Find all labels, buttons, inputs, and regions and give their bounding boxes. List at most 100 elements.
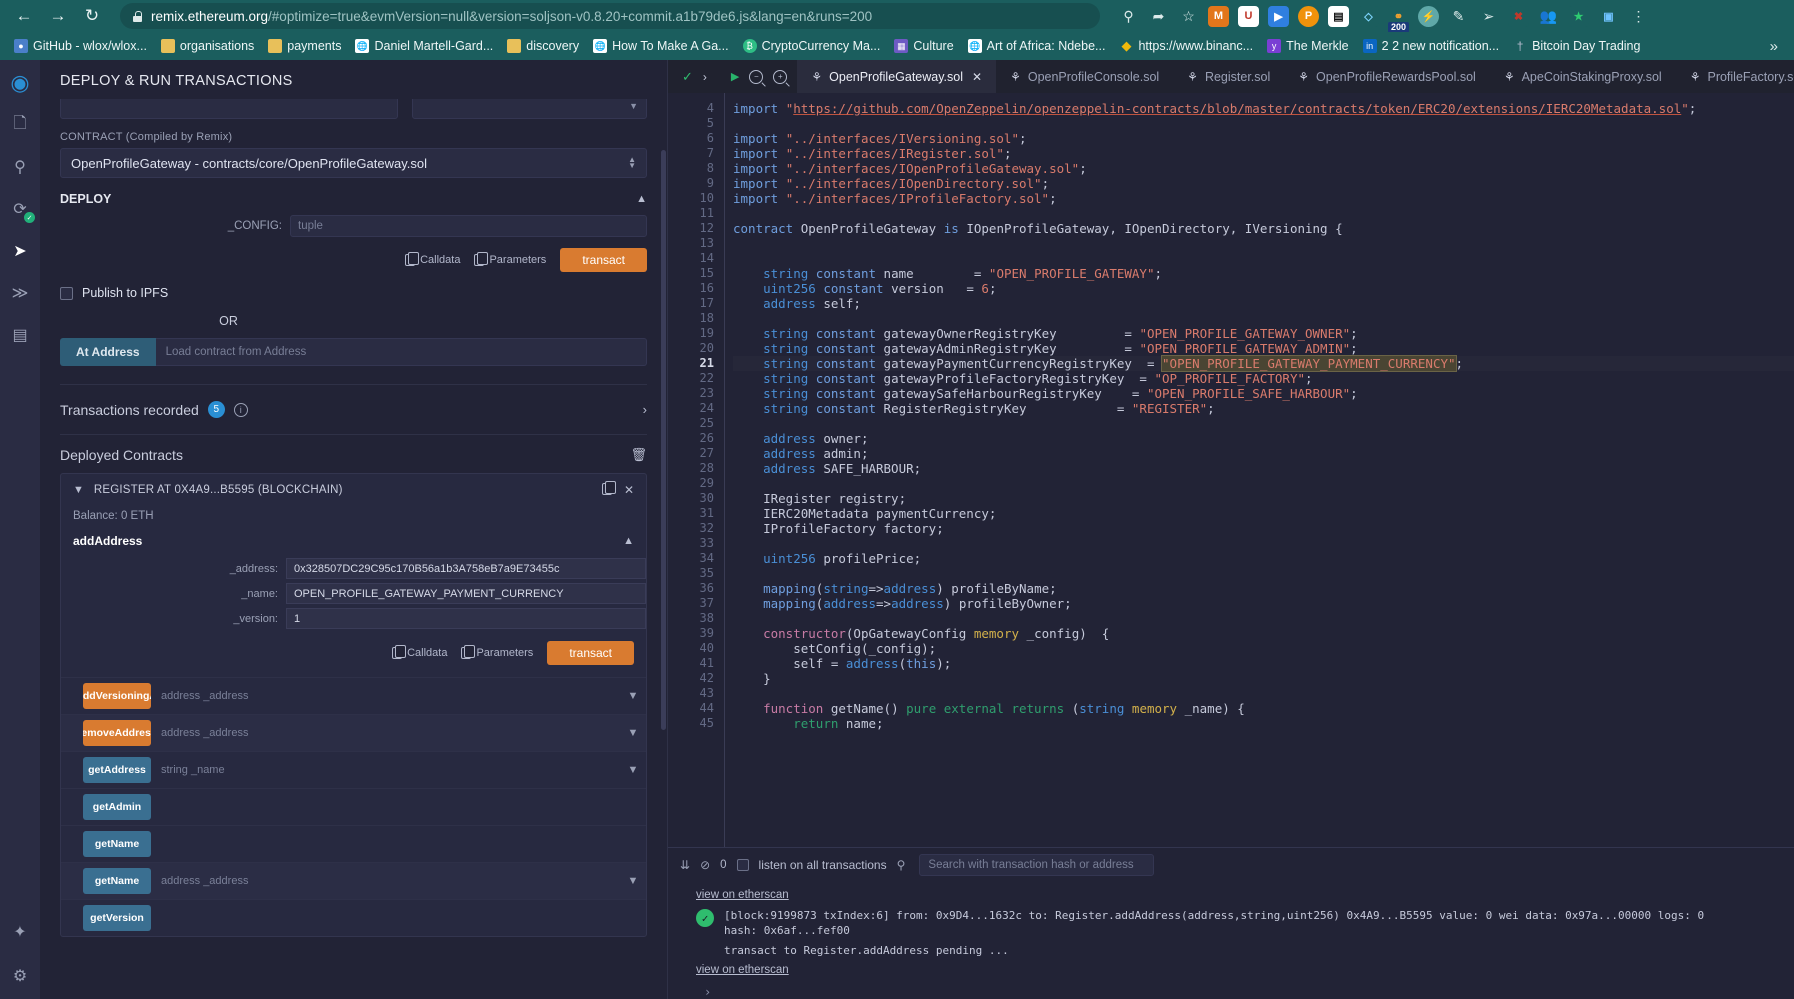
- gas-limit-field[interactable]: ▼: [412, 99, 647, 119]
- code-editor[interactable]: 4 5 6 7 8 9 10 11 12 13 14 15 16 17 18 19 20 21 22 23 24 25 26…: [668, 93, 1794, 847]
- bookmark-item[interactable]: 🌐 Daniel Martell-Gard...: [349, 37, 499, 55]
- solidity-compiler-icon[interactable]: ⟳ ✓: [7, 196, 35, 223]
- function-input[interactable]: address _address: [151, 863, 620, 899]
- reload-button[interactable]: ↻: [78, 3, 106, 29]
- collapse-icon[interactable]: ⇊: [680, 858, 690, 872]
- trash-icon[interactable]: 🗑: [630, 447, 647, 463]
- chevron-up-icon[interactable]: ▲: [636, 193, 647, 205]
- chevron-down-icon[interactable]: ▼: [620, 678, 646, 714]
- tab-ProfileFactory[interactable]: ⚘ ProfileFactory.so: [1676, 60, 1794, 93]
- close-icon[interactable]: ✕: [624, 483, 634, 497]
- function-button-getName[interactable]: getName: [83, 831, 151, 857]
- bookmark-item[interactable]: payments: [262, 37, 347, 55]
- kite-extension-icon[interactable]: ▶: [1268, 5, 1289, 27]
- cursor-icon[interactable]: ➢: [1478, 6, 1499, 27]
- pen-icon[interactable]: ✎: [1448, 6, 1469, 27]
- run-script-icon[interactable]: ▶: [731, 70, 739, 83]
- chrome-menu-icon[interactable]: ⋮: [1628, 6, 1649, 27]
- debugger-icon[interactable]: ≫: [7, 280, 33, 306]
- feed-extension-icon[interactable]: ⚭ 200: [1388, 5, 1410, 33]
- bookmark-item[interactable]: ◆ https://www.binanc...: [1113, 37, 1259, 55]
- zoom-out-icon[interactable]: −: [749, 69, 764, 84]
- chevron-down-icon[interactable]: ▼: [620, 715, 646, 751]
- flash-extension-icon[interactable]: ⚡: [1418, 5, 1439, 27]
- brave-wallet-extension-icon[interactable]: ◇: [1358, 5, 1379, 27]
- terminal-search-input[interactable]: Search with transaction hash or address: [919, 854, 1155, 876]
- param-input[interactable]: 1: [286, 608, 646, 629]
- function-transact-button[interactable]: transact: [547, 641, 634, 665]
- function-button-getVersion[interactable]: getVersion: [83, 905, 151, 931]
- at-address-input[interactable]: Load contract from Address: [155, 338, 647, 366]
- chevron-down-icon[interactable]: ▼: [620, 752, 646, 788]
- chevron-down-icon[interactable]: ▼: [73, 484, 84, 496]
- function-button-getAdmin[interactable]: getAdmin: [83, 794, 151, 820]
- bookmark-item[interactable]: 🌐 How To Make A Ga...: [587, 37, 735, 55]
- publish-ipfs-row[interactable]: Publish to IPFS: [40, 272, 667, 300]
- puzzle-extension-icon[interactable]: ✖: [1508, 5, 1529, 27]
- deploy-section-header[interactable]: DEPLOY ▲: [40, 178, 667, 212]
- calldata-copy-button[interactable]: Calldata: [405, 252, 460, 266]
- chevron-right-icon[interactable]: ›: [703, 70, 707, 84]
- bookmark-item[interactable]: ▦ Culture: [888, 37, 959, 55]
- address-bar[interactable]: remix.ethereum.org/#optimize=true&evmVer…: [120, 3, 1100, 29]
- back-button[interactable]: ←: [10, 3, 38, 29]
- metamask-extension-icon[interactable]: M: [1208, 5, 1229, 27]
- function-input[interactable]: address _address: [151, 715, 620, 751]
- tab-Register[interactable]: ⚘ Register.sol: [1173, 60, 1284, 93]
- qr-extension-icon[interactable]: ▤: [1328, 5, 1349, 27]
- bookmark-item[interactable]: 🌐 Art of Africa: Ndebe...: [962, 37, 1112, 55]
- clear-console-icon[interactable]: ⊘: [700, 858, 710, 872]
- function-button-removeAddress[interactable]: removeAddress: [83, 720, 151, 746]
- zoom-in-icon[interactable]: +: [773, 69, 788, 84]
- listen-all-checkbox[interactable]: [736, 859, 749, 871]
- view-on-etherscan-link[interactable]: view on etherscan: [696, 961, 789, 979]
- deploy-run-icon[interactable]: ➤: [7, 238, 33, 264]
- close-icon[interactable]: ✕: [972, 70, 982, 84]
- parameters-copy-button[interactable]: Parameters: [461, 645, 533, 659]
- function-button-addVersioningA[interactable]: addVersioningA: [83, 683, 151, 709]
- function-header[interactable]: addAddress ▲: [61, 532, 646, 556]
- function-input[interactable]: address _address: [151, 678, 620, 714]
- plugin-settings-icon[interactable]: ✦: [7, 919, 33, 945]
- phantom-extension-icon[interactable]: P: [1298, 5, 1319, 27]
- chevron-down-icon[interactable]: ▼: [620, 863, 646, 899]
- copy-address-icon[interactable]: [601, 481, 616, 495]
- chevron-right-icon[interactable]: ›: [643, 402, 647, 417]
- info-icon[interactable]: i: [233, 402, 248, 417]
- param-input[interactable]: OPEN_PROFILE_GATEWAY_PAYMENT_CURRENCY: [286, 583, 646, 604]
- param-input[interactable]: 0x328507DC29C95c170B56a1b3A758eB7a9E7345…: [286, 558, 646, 579]
- search-icon[interactable]: ⚲: [1118, 6, 1139, 27]
- contract-select[interactable]: OpenProfileGateway - contracts/core/Open…: [60, 148, 647, 178]
- cast-extension-icon[interactable]: ▣: [1598, 5, 1619, 27]
- bookmarks-overflow-button[interactable]: »: [1762, 38, 1786, 55]
- bookmark-item[interactable]: ₿ CryptoCurrency Ma...: [737, 37, 887, 55]
- function-input[interactable]: string _name: [151, 752, 620, 788]
- bookmark-item[interactable]: organisations: [155, 37, 260, 55]
- bookmark-item[interactable]: in 2 2 new notification...: [1357, 37, 1505, 55]
- people-icon[interactable]: 👥: [1538, 6, 1559, 27]
- tab-OpenProfileConsole[interactable]: ⚘ OpenProfileConsole.sol: [996, 60, 1173, 93]
- contract-card-header[interactable]: ▼ REGISTER AT 0X4A9...B5595 (BLOCKCHAIN)…: [61, 474, 646, 506]
- publish-ipfs-checkbox[interactable]: [60, 286, 73, 300]
- bookmark-item[interactable]: discovery: [501, 37, 585, 55]
- compile-check-icon[interactable]: ✓: [682, 69, 693, 85]
- bookmark-item[interactable]: † Bitcoin Day Trading: [1507, 37, 1646, 55]
- remix-home-icon[interactable]: ◉: [7, 70, 33, 96]
- opera-wallet-extension-icon[interactable]: U: [1238, 5, 1259, 27]
- settings-gear-icon[interactable]: ⚙: [7, 963, 33, 989]
- function-button-getAddress[interactable]: getAddress: [83, 757, 151, 783]
- calldata-copy-button[interactable]: Calldata: [392, 645, 447, 659]
- bookmark-item[interactable]: ● GitHub - wlox/wlox...: [8, 37, 153, 55]
- transactions-recorded-row[interactable]: Transactions recorded 5 i ›: [40, 385, 667, 434]
- account-field[interactable]: [60, 99, 398, 119]
- stepper-icon[interactable]: ▲ ▼: [628, 156, 636, 170]
- search-icon[interactable]: ⚲: [7, 154, 33, 180]
- deploy-transact-button[interactable]: transact: [560, 248, 647, 272]
- plugin-manager-icon[interactable]: ▤: [7, 322, 33, 348]
- parameters-copy-button[interactable]: Parameters: [474, 252, 546, 266]
- terminal-prompt[interactable]: ›: [696, 979, 1782, 999]
- share-icon[interactable]: ➦: [1148, 6, 1169, 27]
- transaction-log-entry[interactable]: ✓ [block:9199873 txIndex:6] from: 0x9D4.…: [696, 904, 1782, 940]
- leaf-extension-icon[interactable]: ★: [1568, 5, 1589, 27]
- chevron-up-icon[interactable]: ▲: [623, 535, 634, 547]
